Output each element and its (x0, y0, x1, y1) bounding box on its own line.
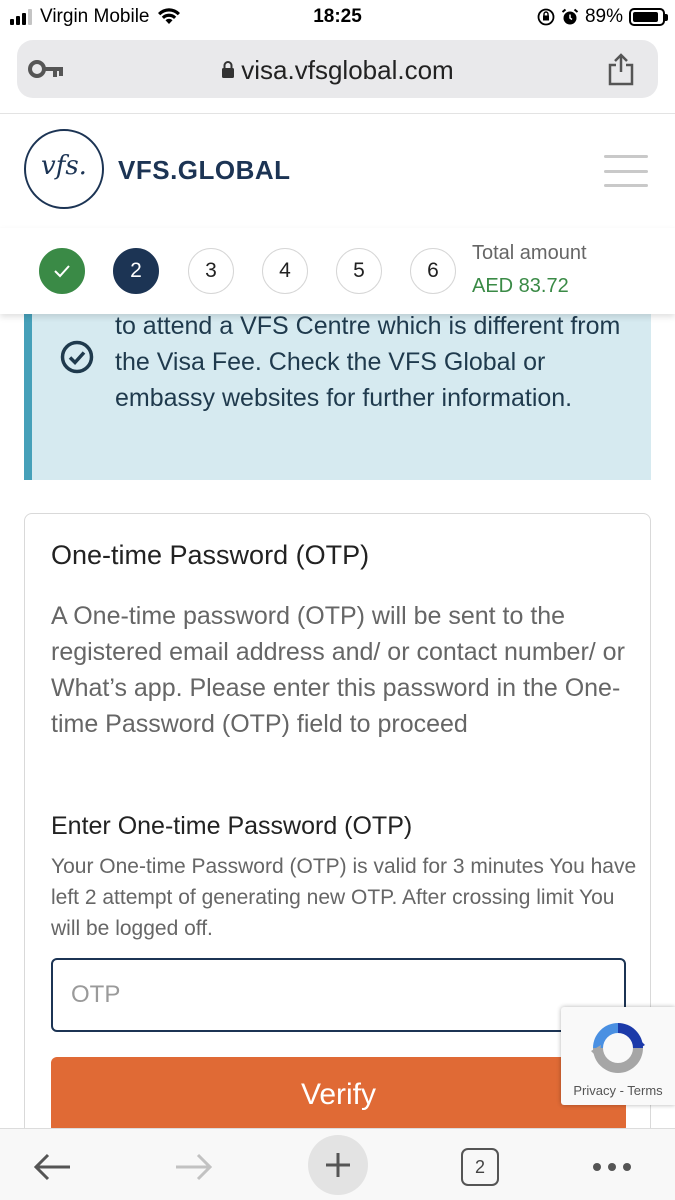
more-button[interactable] (584, 1139, 640, 1195)
otp-validity-hint: Your One-time Password (OTP) is valid fo… (51, 855, 637, 940)
tab-count: 2 (461, 1148, 499, 1186)
recaptcha-links: Privacy - Terms (561, 1083, 675, 1098)
url-text: visa.vfsglobal.com (241, 55, 454, 85)
arrow-right-icon (176, 1153, 213, 1181)
step-6[interactable]: 6 (410, 248, 456, 294)
recaptcha-separator: - (615, 1083, 628, 1098)
browser-address-area: visa.vfsglobal.com (0, 36, 675, 114)
site-header: vfs. VFS.GLOBAL (0, 115, 675, 223)
recaptcha-badge[interactable]: Privacy - Terms (561, 1007, 675, 1105)
logo-text: vfs. (41, 151, 87, 181)
back-button[interactable] (24, 1139, 80, 1195)
plus-icon (326, 1153, 350, 1177)
otp-input[interactable] (51, 958, 626, 1032)
status-right: 89% (537, 6, 668, 28)
step-2-current[interactable]: 2 (113, 248, 159, 294)
total-amount-label: Total amount (472, 242, 587, 264)
step-3[interactable]: 3 (188, 248, 234, 294)
otp-field-label: Enter One-time Password (OTP) (51, 812, 413, 840)
address-bar[interactable]: visa.vfsglobal.com (17, 40, 658, 98)
recaptcha-icon (591, 1023, 645, 1073)
arrow-left-icon (33, 1153, 70, 1181)
otp-description: A One-time password (OTP) will be sent t… (51, 602, 625, 738)
tabs-button[interactable]: 2 (452, 1139, 508, 1195)
forward-button[interactable] (166, 1139, 222, 1195)
more-dots-icon (593, 1163, 631, 1171)
browser-toolbar: 2 (0, 1128, 675, 1200)
verify-button[interactable]: Verify (51, 1057, 626, 1133)
otp-card-title: One-time Password (OTP) (51, 540, 370, 570)
info-text: to attend a VFS Centre which is differen… (115, 312, 621, 412)
orientation-lock-icon (537, 8, 555, 26)
lock-icon (222, 61, 235, 78)
total-amount: Total amount AED 83.72 (472, 242, 587, 298)
total-amount-value: AED 83.72 (472, 275, 569, 297)
vfs-logo[interactable]: vfs. (24, 129, 104, 209)
new-tab-button[interactable] (308, 1135, 368, 1195)
menu-icon[interactable] (604, 155, 648, 187)
recaptcha-privacy-link[interactable]: Privacy (573, 1083, 616, 1098)
step-4[interactable]: 4 (262, 248, 308, 294)
brand-name[interactable]: VFS.GLOBAL (118, 155, 291, 186)
step-1-completed[interactable] (39, 248, 85, 294)
progress-stepper: 2 3 4 5 6 Total amount AED 83.72 (0, 228, 675, 314)
check-circle-icon (60, 340, 94, 374)
share-icon[interactable] (606, 52, 636, 86)
recaptcha-terms-link[interactable]: Terms (627, 1083, 662, 1098)
info-box: to attend a VFS Centre which is differen… (24, 300, 651, 480)
otp-card: One-time Password (OTP) A One-time passw… (24, 513, 651, 1193)
url-text-container[interactable]: visa.vfsglobal.com (17, 55, 658, 86)
step-5[interactable]: 5 (336, 248, 382, 294)
alarm-icon (561, 8, 579, 25)
checkmark-icon (54, 265, 70, 278)
battery-icon (629, 8, 668, 26)
status-bar: Virgin Mobile 18:25 89% (0, 0, 675, 36)
battery-percent: 89% (584, 6, 623, 27)
